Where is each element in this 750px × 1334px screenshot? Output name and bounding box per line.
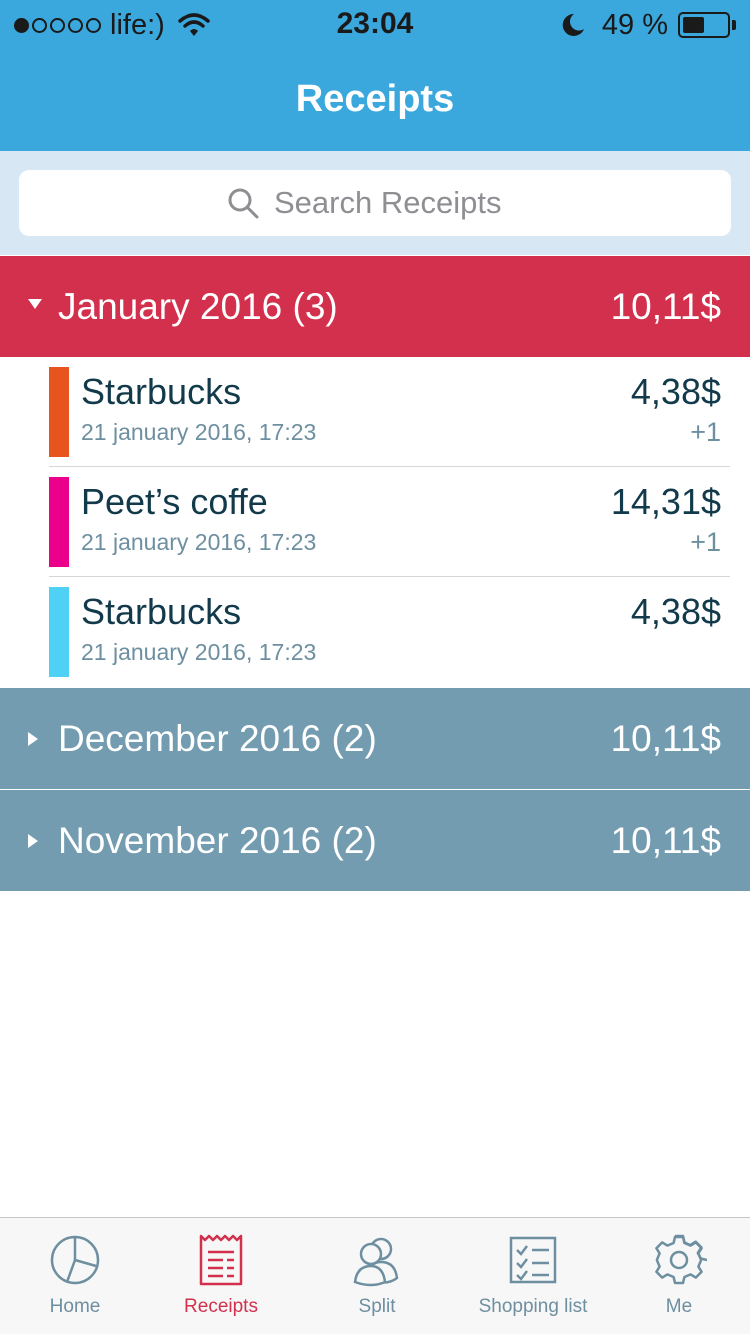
- signal-dot: [32, 17, 47, 33]
- receipt-color-tag: [49, 587, 69, 677]
- gear-icon: [655, 1234, 707, 1285]
- status-right: 49 %: [560, 9, 736, 41]
- receipt-date: 21 january 2016, 17:23: [81, 639, 317, 665]
- group-header-january-2016[interactable]: January 2016 (3) 10,11$: [0, 256, 750, 357]
- receipt-amount: 4,38$: [630, 371, 721, 412]
- tab-me[interactable]: Me: [604, 1218, 750, 1334]
- tab-label: Shopping list: [478, 1296, 588, 1317]
- signal-dot: [68, 17, 83, 33]
- carrier-name: life:): [110, 8, 165, 41]
- battery-level-fill: [683, 17, 704, 33]
- search-input[interactable]: [274, 185, 524, 221]
- receipt-color-tag: [49, 367, 69, 457]
- status-bar: life:) 23:04 49 %: [0, 0, 750, 50]
- group-total: 10,11$: [610, 286, 721, 327]
- tab-shopping-list[interactable]: Shopping list: [458, 1218, 608, 1334]
- collapsed-triangle-icon: [28, 732, 38, 746]
- signal-dot: [50, 17, 65, 33]
- receipt-name: Peet’s coffe: [81, 481, 268, 522]
- tab-label: Receipts: [184, 1296, 258, 1317]
- group-total: 10,11$: [610, 820, 721, 861]
- search-icon: [228, 188, 259, 219]
- page-title: Receipts: [295, 78, 455, 120]
- search-bar-container: [0, 151, 750, 255]
- receipt-icon: [199, 1234, 243, 1286]
- search-box[interactable]: [19, 170, 731, 236]
- receipt-amount: 4,38$: [630, 591, 721, 632]
- receipt-amount: 14,31$: [610, 481, 721, 522]
- receipt-row[interactable]: Starbucks 21 january 2016, 17:23 4,38$: [0, 577, 750, 687]
- group-title: November 2016 (2): [58, 820, 377, 861]
- battery-icon: [678, 12, 730, 38]
- signal-dot: [86, 17, 101, 33]
- receipt-row[interactable]: Peet’s coffe 21 january 2016, 17:23 14,3…: [0, 467, 750, 577]
- tab-label: Split: [358, 1296, 396, 1317]
- do-not-disturb-moon-icon: [562, 13, 584, 36]
- tab-home[interactable]: Home: [0, 1218, 150, 1334]
- signal-strength-indicator: [14, 17, 101, 33]
- tab-label: Home: [49, 1296, 101, 1317]
- battery-percentage: 49 %: [601, 8, 668, 41]
- group-header-november-2016[interactable]: November 2016 (2) 10,11$: [0, 790, 750, 891]
- navigation-bar: Receipts: [0, 50, 750, 151]
- tab-receipts[interactable]: Receipts: [146, 1218, 296, 1334]
- receipt-color-tag: [49, 477, 69, 567]
- group-title: January 2016 (3): [58, 286, 338, 327]
- group-title: December 2016 (2): [58, 718, 377, 759]
- battery-tip: [732, 20, 736, 30]
- tab-split[interactable]: Split: [302, 1218, 452, 1334]
- expanded-triangle-icon: [28, 299, 42, 309]
- receipt-name: Starbucks: [81, 591, 242, 632]
- receipt-date: 21 january 2016, 17:23: [81, 419, 317, 445]
- group-header-december-2016[interactable]: December 2016 (2) 10,11$: [0, 688, 750, 789]
- group-total: 10,11$: [610, 718, 721, 759]
- checklist-icon: [509, 1236, 557, 1284]
- signal-dot: [14, 17, 29, 33]
- receipt-extra-count: +1: [690, 527, 721, 557]
- receipt-name: Starbucks: [81, 371, 242, 412]
- status-left: life:): [14, 9, 211, 41]
- receipt-date: 21 january 2016, 17:23: [81, 529, 317, 555]
- wifi-icon: [178, 13, 210, 36]
- tab-label: Me: [665, 1296, 693, 1317]
- collapsed-triangle-icon: [28, 834, 38, 848]
- tab-bar: Home Receipts Split Shopping list Me: [0, 1217, 750, 1334]
- receipt-row[interactable]: Starbucks 21 january 2016, 17:23 4,38$ +…: [0, 357, 750, 467]
- pie-chart-icon: [50, 1235, 100, 1285]
- users-icon: [353, 1237, 399, 1287]
- receipt-extra-count: +1: [690, 417, 721, 447]
